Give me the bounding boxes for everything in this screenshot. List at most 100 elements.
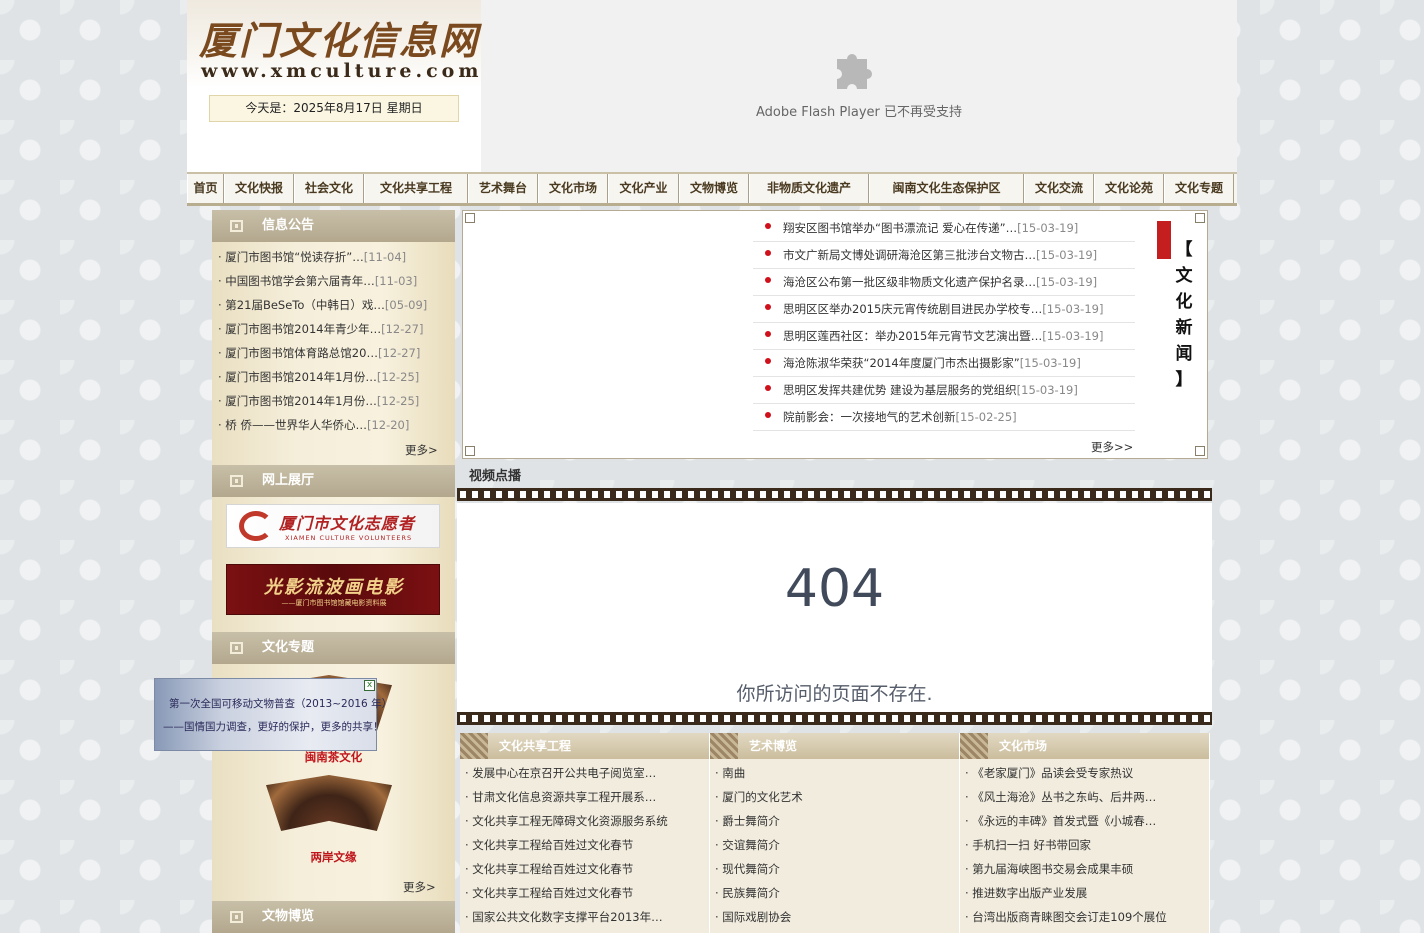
logo-area: 厦门文化信息网 www.xmculture.com 今天是：2025年8月17日… — [187, 0, 481, 172]
list-item[interactable]: · 现代舞简介 — [715, 857, 955, 881]
news-item[interactable]: 翔安区图书馆举办“图书漂流记 爱心在传递”…[15-03-19] — [753, 215, 1135, 242]
list-item[interactable]: · 《永远的丰碑》首发式暨《小城春… — [965, 809, 1205, 833]
list-item[interactable]: · 文化共享工程给百姓过文化春节 — [465, 833, 705, 857]
left-sidebar: 信息公告 · 厦门市图书馆“悦读存折”…[11-04] · 中国图书馆学会第六届… — [212, 210, 455, 933]
pattern-icon — [960, 733, 988, 759]
plugin-puzzle-icon — [837, 54, 872, 89]
column-art-expo: 艺术博览 · 南曲 · 厦门的文化艺术 · 爵士舞简介 · 交谊舞简介 · 现代… — [710, 733, 960, 933]
section-grid-icon — [230, 642, 243, 654]
nav-culture-exchange[interactable]: 文化交流 — [1024, 174, 1094, 203]
notice-more-link[interactable]: 更多> — [405, 442, 438, 458]
nav-culture-forum[interactable]: 文化论苑 — [1094, 174, 1164, 203]
column-header: 艺术博览 — [710, 733, 959, 759]
list-item[interactable]: · 《风土海沧》丛书之东屿、后井两… — [965, 785, 1205, 809]
film-banner-subtitle: ——厦门市图书馆馆藏电影资料展 — [281, 599, 387, 607]
filmstrip-top — [457, 488, 1212, 501]
topic-tea-caption[interactable]: 闽南茶文化 — [212, 749, 455, 765]
topics-more-link[interactable]: 更多> — [403, 879, 436, 895]
list-item[interactable]: · 文化共享工程给百姓过文化春节 — [465, 857, 705, 881]
nav-culture-topics[interactable]: 文化专题 — [1164, 174, 1234, 203]
news-list: 翔安区图书馆举办“图书漂流记 爱心在传递”…[15-03-19] 市文广新局文博… — [753, 215, 1135, 431]
list-item[interactable]: · 台湾出版商青睐图交会订走109个展位 — [965, 905, 1205, 929]
relics-header: 文物博览 — [212, 901, 455, 933]
list-item[interactable]: · 爵士舞简介 — [715, 809, 955, 833]
column-culture-sharing: 文化共享工程 · 发展中心在京召开公共电子阅览室… · 甘肃文化信息资源共享工程… — [460, 733, 710, 933]
filmstrip-bottom — [457, 712, 1212, 725]
film-banner[interactable]: 光影流波画电影 ——厦门市图书馆馆藏电影资料展 — [226, 564, 440, 615]
section-grid-icon — [230, 911, 243, 923]
list-item[interactable]: · 厦门市图书馆体育路总馆20…[12-27] — [218, 342, 450, 366]
list-item[interactable]: · 文化共享工程无障碍文化资源服务系统 — [465, 809, 705, 833]
nav-minnan-ecology[interactable]: 闽南文化生态保护区 — [869, 174, 1024, 203]
news-more-link[interactable]: 更多>> — [1091, 439, 1133, 455]
close-icon[interactable]: x — [364, 680, 375, 691]
column-header: 文化市场 — [960, 733, 1209, 759]
error-message: 你所访问的页面不存在. — [736, 683, 933, 705]
list-item[interactable]: · 厦门市图书馆“悦读存折”…[11-04] — [218, 246, 450, 270]
relic-survey-popup[interactable]: 第一次全国可移动文物普查（2013~2016 年） ——国情国力调查，更好的保护… — [154, 678, 392, 751]
column-title[interactable]: 艺术博览 — [749, 733, 797, 759]
notice-list: · 厦门市图书馆“悦读存折”…[11-04] · 中国图书馆学会第六届青年…[1… — [218, 246, 450, 438]
list-item[interactable]: · 厦门市图书馆2014年青少年…[12-27] — [218, 318, 450, 342]
list-item[interactable]: · 南曲 — [715, 761, 955, 785]
nav-home[interactable]: 首页 — [187, 174, 224, 203]
list-item[interactable]: · 交谊舞简介 — [715, 833, 955, 857]
list-item[interactable]: · 手机扫一扫 好书带回家 — [965, 833, 1205, 857]
list-item[interactable]: · 厦门市图书馆2014年1月份…[12-25] — [218, 366, 450, 390]
volunteer-banner-title: 厦门市文化志愿者 — [279, 514, 416, 533]
nav-relics[interactable]: 文物博览 — [679, 174, 749, 203]
list-item[interactable]: · 民族舞简介 — [715, 881, 955, 905]
relics-title: 文物博览 — [262, 909, 315, 924]
news-item[interactable]: 市文广新局文博处调研海沧区第三批涉台文物古…[15-03-19] — [753, 242, 1135, 269]
list-item[interactable]: · 厦门的文化艺术 — [715, 785, 955, 809]
site-header: 厦门文化信息网 www.xmculture.com 今天是：2025年8月17日… — [187, 0, 1237, 172]
list-item[interactable]: · 国家公共文化数字支撑平台2013年… — [465, 905, 705, 929]
list-item[interactable]: · 第九届海峡图书交易会成果丰硕 — [965, 857, 1205, 881]
video-section-title: 视频点播 — [469, 469, 522, 484]
topic-straits-caption[interactable]: 两岸文缘 — [212, 849, 455, 865]
film-banner-title: 光影流波画电影 — [264, 577, 404, 598]
volunteer-banner[interactable]: 厦门市文化志愿者 XIAMEN CULTURE VOLUNTEERS — [226, 504, 440, 548]
list-item[interactable]: · 桥 侨——世界华人华侨心…[12-20] — [218, 414, 450, 438]
culture-news-box: 翔安区图书馆举办“图书漂流记 爱心在传递”…[15-03-19] 市文广新局文博… — [462, 210, 1208, 459]
column-title[interactable]: 文化市场 — [999, 733, 1047, 759]
flash-placeholder[interactable]: Adobe Flash Player 已不再受支持 — [481, 0, 1237, 172]
column-culture-market: 文化市场 · 《老家厦门》品读会受专家热议 · 《风土海沧》丛书之东屿、后井两…… — [960, 733, 1210, 933]
news-item[interactable]: 院前影会：一次接地气的艺术创新[15-02-25] — [753, 404, 1135, 431]
online-hall-header: 网上展厅 — [212, 465, 455, 497]
column-list: · 《老家厦门》品读会受专家热议 · 《风土海沧》丛书之东屿、后井两… · 《永… — [965, 761, 1205, 929]
column-title[interactable]: 文化共享工程 — [499, 733, 571, 759]
list-item[interactable]: · 发展中心在京召开公共电子阅览室… — [465, 761, 705, 785]
nav-art-stage[interactable]: 艺术舞台 — [468, 174, 538, 203]
news-item[interactable]: 海沧区公布第一批区级非物质文化遗产保护名录…[15-03-19] — [753, 269, 1135, 296]
news-item[interactable]: 思明区区举办2015庆元宵传统剧目进民办学校专…[15-03-19] — [753, 296, 1135, 323]
nav-culture-sharing[interactable]: 文化共享工程 — [364, 174, 468, 203]
notice-title: 信息公告 — [262, 218, 315, 233]
error-code: 404 — [784, 559, 885, 619]
current-date: 今天是：2025年8月17日 星期日 — [209, 95, 459, 122]
nav-culture-news[interactable]: 文化快报 — [224, 174, 294, 203]
nav-intangible-heritage[interactable]: 非物质文化遗产 — [749, 174, 869, 203]
list-item[interactable]: · 文化共享工程给百姓过文化春节 — [465, 881, 705, 905]
nav-social-culture[interactable]: 社会文化 — [294, 174, 364, 203]
nav-culture-industry[interactable]: 文化产业 — [608, 174, 679, 203]
nav-culture-market[interactable]: 文化市场 — [538, 174, 608, 203]
list-item[interactable]: · 中国图书馆学会第六届青年…[11-03] — [218, 270, 450, 294]
news-item[interactable]: 思明区莲西社区：举办2015年元宵节文艺演出暨…[15-03-19] — [753, 323, 1135, 350]
list-item[interactable]: · 甘肃文化信息资源共享工程开展系… — [465, 785, 705, 809]
popup-line-1: 第一次全国可移动文物普查（2013~2016 年） — [169, 698, 393, 710]
list-item[interactable]: · 第21届BeSeTo（中韩日）戏…[05-09] — [218, 294, 450, 318]
topic-straits-image[interactable] — [266, 775, 392, 831]
pattern-icon — [460, 733, 488, 759]
news-item[interactable]: 思明区发挥共建优势 建设为基层服务的党组织[15-03-19] — [753, 377, 1135, 404]
popup-line-2: ——国情国力调查，更好的保护，更多的共享！ — [163, 721, 384, 733]
site-logo-title[interactable]: 厦门文化信息网 — [199, 10, 479, 65]
list-item[interactable]: · 推进数字出版产业发展 — [965, 881, 1205, 905]
list-item[interactable]: · 国际戏剧协会 — [715, 905, 955, 929]
list-item[interactable]: · 《老家厦门》品读会受专家热议 — [965, 761, 1205, 785]
frame-corner — [1195, 446, 1205, 456]
list-item[interactable]: · 厦门市图书馆2014年1月份…[12-25] — [218, 390, 450, 414]
news-item[interactable]: 海沧陈淑华荣获“2014年度厦门市杰出摄影家”[15-03-19] — [753, 350, 1135, 377]
column-list: · 发展中心在京召开公共电子阅览室… · 甘肃文化信息资源共享工程开展系… · … — [465, 761, 705, 929]
online-hall-title: 网上展厅 — [262, 473, 315, 488]
